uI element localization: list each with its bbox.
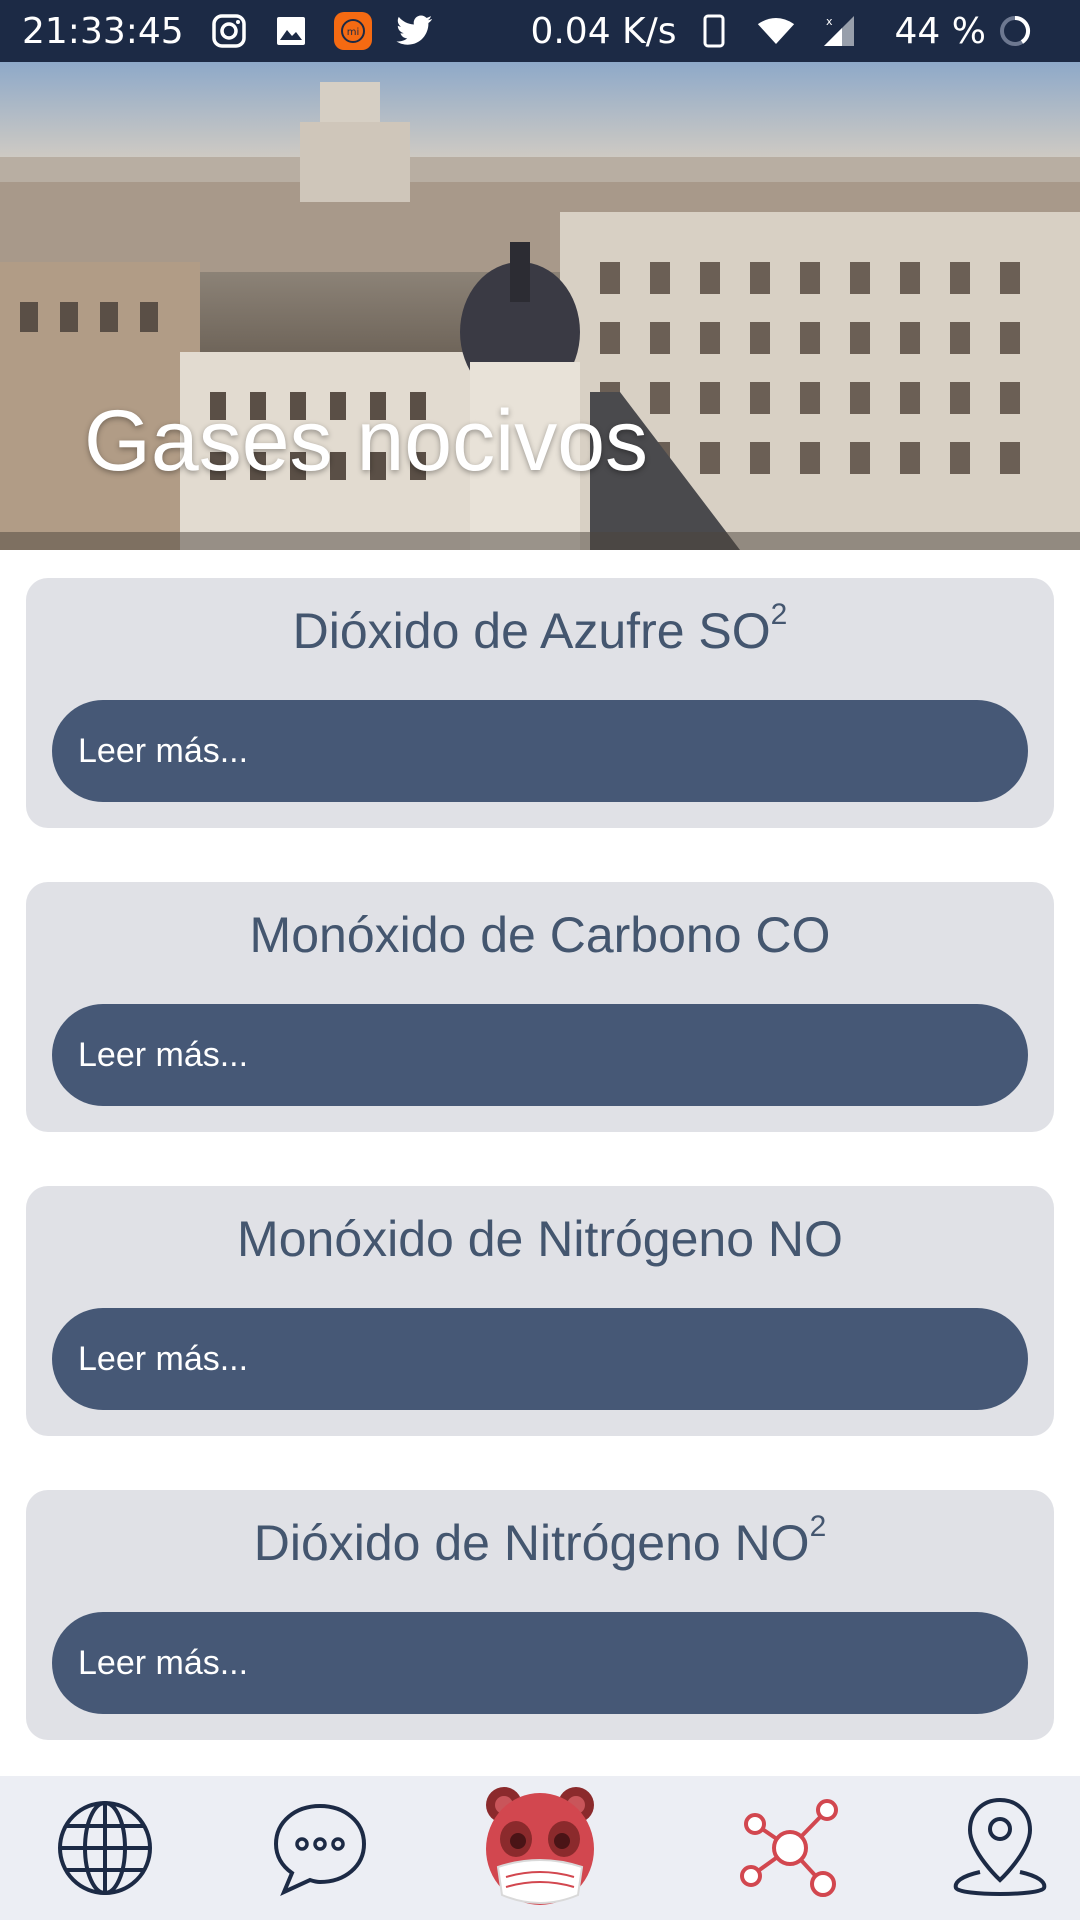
gas-card-subscript: 2 [770,598,788,632]
bear-mascot-icon [486,1787,594,1905]
gas-card: Monóxido de Carbono CO Leer más... [26,882,1054,1132]
svg-text:x: x [826,15,833,28]
battery-percent: 44 % [894,10,986,52]
gas-card: Monóxido de Nitrógeno NO Leer más... [26,1186,1054,1436]
nav-molecules[interactable] [725,1776,855,1920]
battery-ring-icon [996,12,1034,50]
twitter-icon [396,12,434,50]
bottom-navigation [0,1776,1080,1920]
chat-icon [273,1803,367,1896]
gas-card: Dióxido de Nitrógeno NO2 Leer más... [26,1490,1054,1740]
hero-banner: Gases nocivos [0,62,1080,550]
status-bar: 21:33:45 mi 0.04 K/s x 44 % [0,0,1080,62]
gas-card-title: Dióxido de Nitrógeno NO2 [253,1510,827,1571]
gas-card-title: Monóxido de Carbono CO [249,907,831,963]
status-time: 21:33:45 [22,10,184,52]
read-more-button[interactable]: Leer más... [52,1308,1028,1410]
globe-icon [58,1801,152,1895]
gas-card-subscript: 2 [809,1510,827,1544]
read-more-button[interactable]: Leer más... [52,1004,1028,1106]
instagram-icon [210,12,248,50]
gallery-icon [272,12,310,50]
nav-location[interactable] [935,1776,1065,1920]
molecule-icon [740,1799,838,1897]
page-title: Gases nocivos [84,393,649,489]
gas-card: Dióxido de Azufre SO2 Leer más... [26,578,1054,828]
mi-icon: mi [333,12,372,50]
gas-card-title: Monóxido de Nitrógeno NO [237,1211,843,1267]
network-speed: 0.04 K/s [530,10,677,52]
svg-text:mi: mi [346,27,359,38]
read-more-button[interactable]: Leer más... [52,700,1028,802]
nav-globe[interactable] [40,1776,170,1920]
wifi-icon [757,12,795,50]
nav-chat[interactable] [255,1776,385,1920]
location-pin-icon [953,1797,1047,1896]
phone-icon [695,12,733,50]
gas-card-title: Dióxido de Azufre SO2 [292,598,788,659]
nav-mascot[interactable] [475,1776,605,1920]
signal-icon: x [819,12,857,50]
read-more-button[interactable]: Leer más... [52,1612,1028,1714]
